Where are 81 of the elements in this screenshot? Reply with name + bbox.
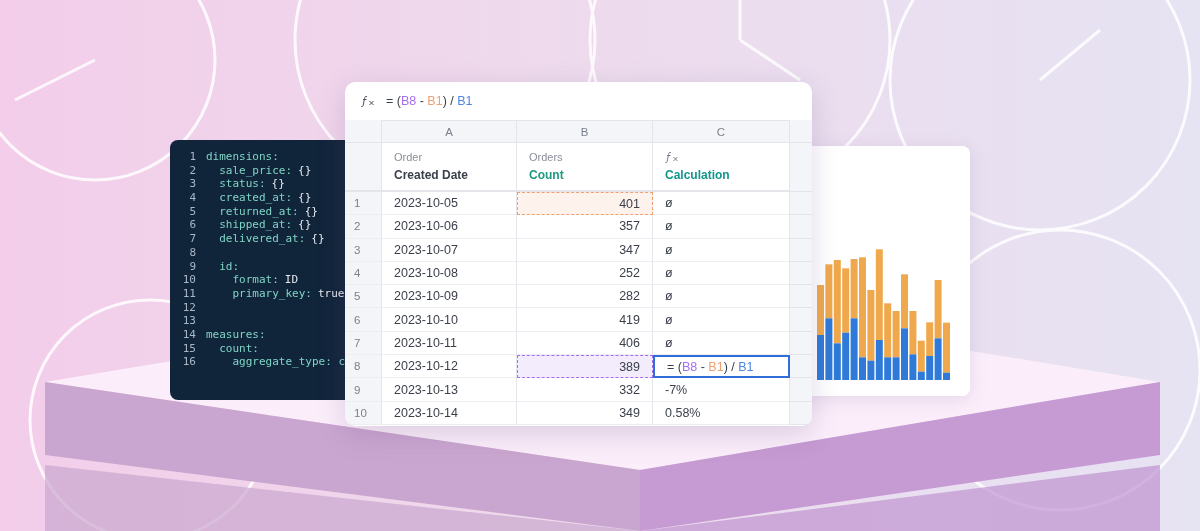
table-cell: 2023-10-12 [382, 355, 517, 379]
row-number: 9 [345, 378, 382, 402]
formula-text: = (B8 - B1) / B1 [386, 94, 473, 108]
row-number: 10 [345, 401, 382, 425]
table-cell: 2023-10-14 [382, 401, 517, 425]
line-number: 16 [181, 355, 197, 369]
code-key: sale_price: [206, 163, 293, 178]
row-number: 5 [345, 285, 382, 309]
line-number: 8 [188, 245, 197, 260]
table-cell: 2023-10-08 [382, 261, 517, 286]
line-number: 14 [181, 327, 197, 342]
table-cell: 389 [517, 355, 653, 379]
table-cell: 357 [517, 215, 653, 239]
table-cell: 401 [517, 192, 653, 216]
code-key: count: [206, 341, 259, 356]
table-cell: 2023-10-11 [382, 331, 517, 356]
line-number: 5 [188, 204, 197, 219]
formula-text: = (B8 - B1) / B1 [667, 359, 754, 374]
row-number: 1 [345, 192, 382, 216]
code-key: primary_key: [206, 286, 312, 301]
function-icon [361, 95, 376, 107]
code-key: returned_at: [206, 204, 299, 219]
column-letter[interactable]: A [382, 120, 517, 143]
line-number: 2 [188, 163, 197, 178]
line-number: 4 [188, 191, 197, 205]
table-cell: 2023-10-09 [382, 285, 517, 309]
code-key: aggregate_type: c [206, 355, 346, 369]
row-number: 2 [345, 215, 382, 239]
function-icon [665, 151, 680, 163]
line-number: 13 [181, 314, 197, 328]
field-group: Orders [529, 151, 640, 163]
row-number: 7 [345, 331, 382, 356]
table-cell: 349 [517, 401, 653, 425]
field-name: Calculation [665, 168, 731, 182]
row-number: 8 [345, 355, 382, 379]
code-key: status: [206, 177, 266, 192]
field-name: Created Date [394, 168, 470, 182]
line-number: 6 [188, 218, 197, 233]
field-group: Order [394, 151, 504, 163]
row-number: 4 [345, 261, 382, 286]
code-key: format: [206, 273, 279, 287]
line-number: 15 [181, 341, 197, 356]
code-key: dimensions: [206, 150, 279, 164]
table-cell: 2023-10-05 [382, 192, 517, 216]
code-key: delivered_at: [206, 232, 306, 246]
table-cell: 406 [517, 331, 653, 356]
table-cell: 347 [517, 238, 653, 262]
code-value: ID [284, 273, 299, 287]
table-cell: 2023-10-06 [382, 215, 517, 239]
line-number: 12 [181, 300, 197, 315]
line-number: 3 [188, 177, 197, 192]
column-letter[interactable]: B [517, 120, 653, 143]
code-value: {} [304, 204, 318, 219]
table-cell: 2023-10-07 [382, 238, 517, 262]
table-cell: 252 [517, 261, 653, 286]
code-value: {} [271, 177, 285, 192]
cell-editor[interactable]: = (B8 - B1) / B1 [653, 355, 790, 379]
code-key: measures: [206, 327, 266, 342]
line-number: 11 [181, 286, 197, 301]
code-value: {} [311, 232, 325, 246]
code-key: shipped_at: [206, 218, 293, 233]
line-number: 10 [181, 273, 197, 287]
table-cell: 282 [517, 285, 653, 309]
code-value: {} [298, 218, 312, 233]
row-number: 3 [345, 238, 382, 262]
code-value: {} [298, 163, 312, 178]
table-cell: 419 [517, 308, 653, 332]
table-cell: 2023-10-10 [382, 308, 517, 332]
line-number: 7 [188, 232, 197, 246]
line-number: 9 [188, 259, 197, 274]
code-key: created_at: [206, 191, 293, 205]
field-name: Count [529, 168, 565, 182]
code-value: {} [298, 191, 312, 205]
table-cell: 332 [517, 378, 653, 402]
code-value: true [317, 286, 345, 301]
table-cell: 2023-10-13 [382, 378, 517, 402]
code-key: id: [206, 259, 240, 274]
column-letter[interactable]: C [653, 120, 790, 143]
sheet-margin [790, 355, 812, 379]
row-number: 6 [345, 308, 382, 332]
line-number: 1 [188, 150, 197, 164]
